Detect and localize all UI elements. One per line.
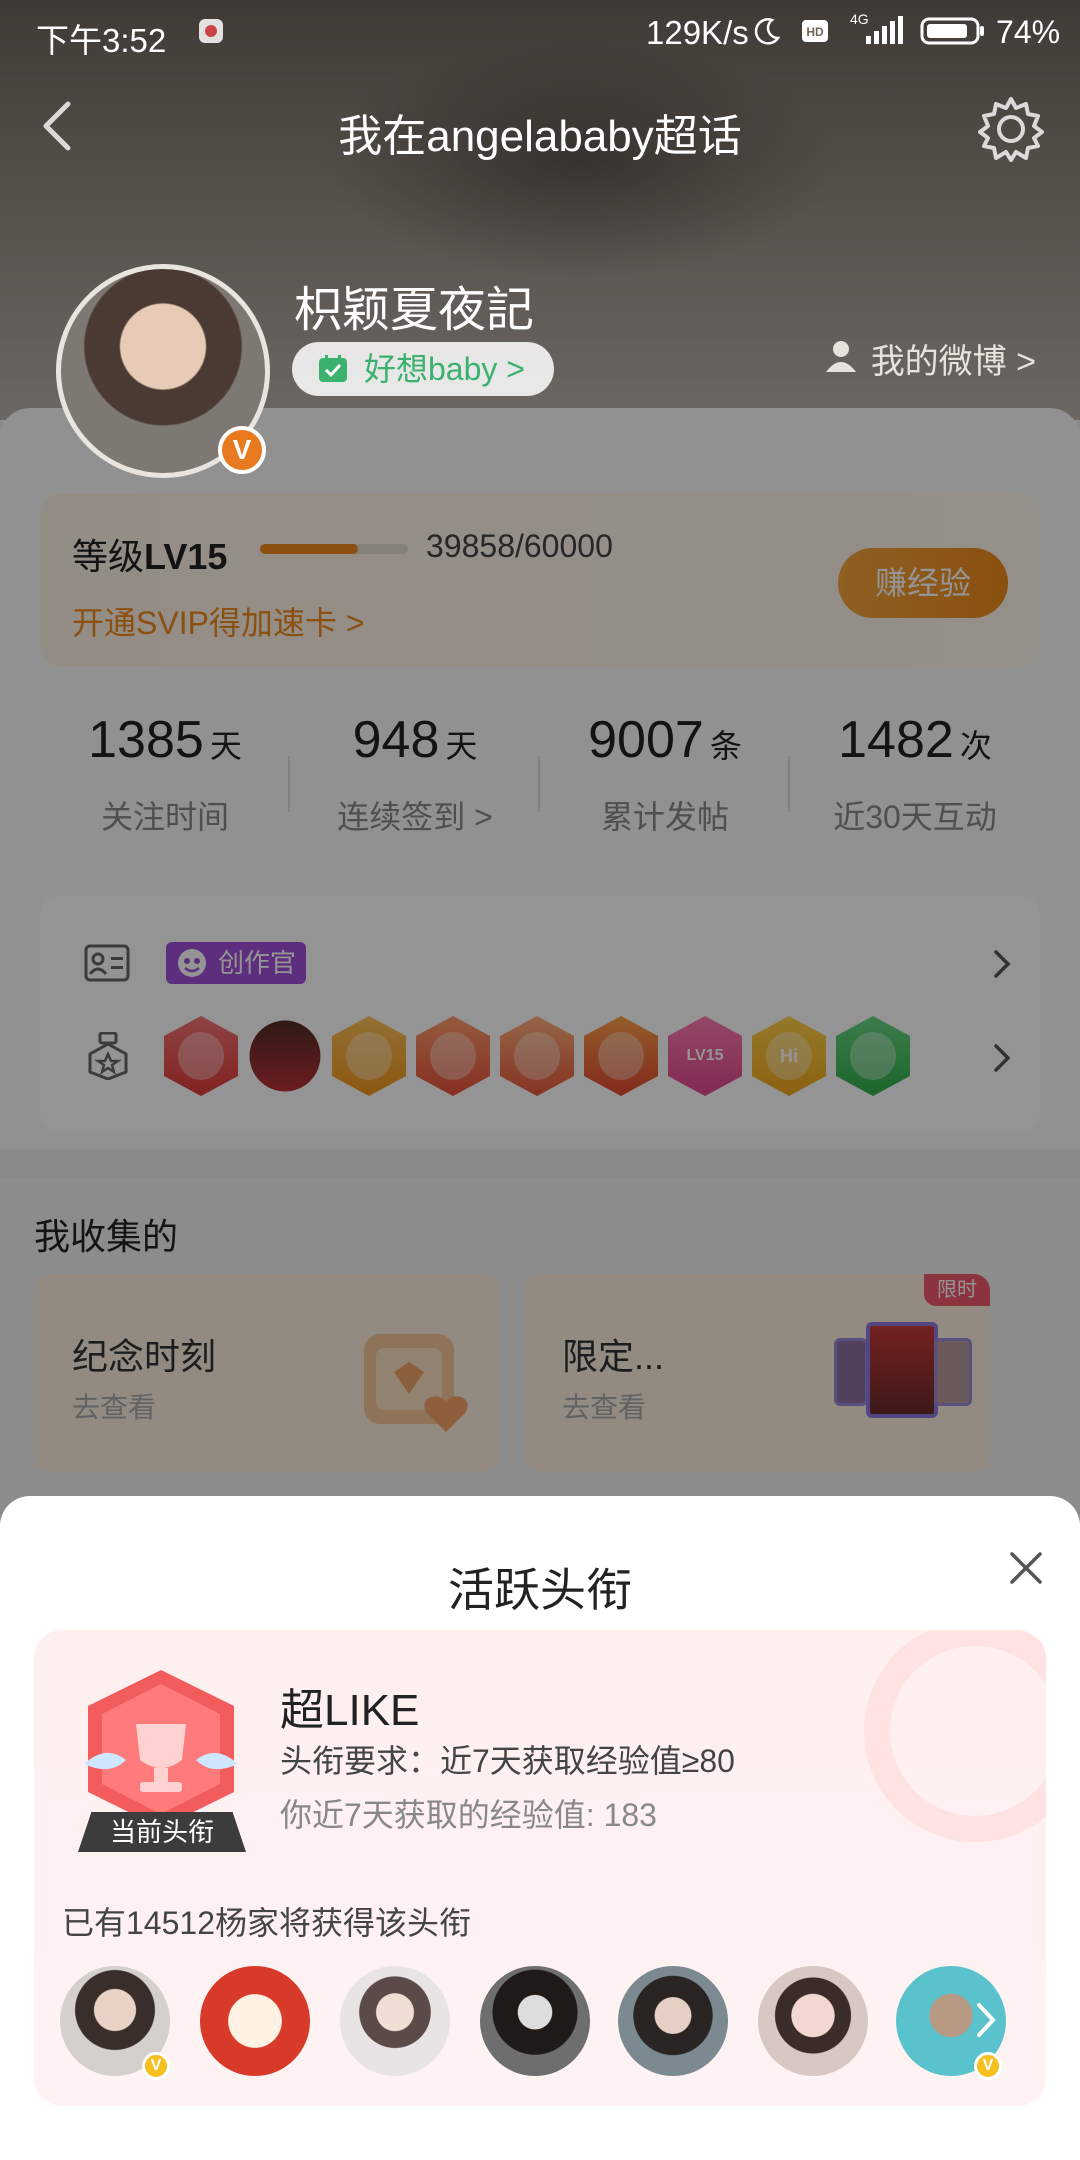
calendar-check-icon [319,355,347,382]
verified-v-icon: V [142,2052,170,2080]
holder-avatar[interactable] [200,1966,310,2076]
battery-percent: 74% [996,14,1061,50]
close-icon[interactable] [1006,1548,1046,1588]
my-weibo-link[interactable]: 我的微博 > [823,334,1036,383]
title-requirement: 头衔要求：近7天获取经验值≥80 [280,1743,735,1779]
mood-label: 好想baby > [364,351,525,387]
status-bar: 下午3:52 129K/s HD 4G 74% [0,0,1080,66]
title-name: 超LIKE [280,1686,420,1735]
username: 枳颖夏夜記 [294,284,535,337]
top-nav: 我在angelababy超话 [0,90,1080,170]
holder-avatar[interactable] [618,1966,728,2076]
holders-count-text: 已有14512杨家将获得该头衔 [62,1905,471,1941]
signal-icon [866,16,903,44]
active-title-sheet: 活跃头衔 当前头衔 超LIKE 头衔要求：近7天获取经验值≥80 你近7天获取的… [0,1496,1080,2160]
mood-pill[interactable]: 好想baby > [292,342,554,396]
network-rate: 129K/s [646,14,749,51]
my-exp-text: 你近7天获取的经验值: 183 [280,1797,657,1833]
holder-avatar[interactable] [340,1966,450,2076]
my-weibo-label: 我的微博 > [870,343,1036,381]
hd-icon: HD [802,20,828,42]
status-time: 下午3:52 [36,22,167,59]
page-title: 我在angelababy超话 [338,112,742,161]
moon-icon [754,18,781,45]
title-detail-card: 当前头衔 超LIKE 头衔要求：近7天获取经验值≥80 你近7天获取的经验值: … [34,1630,1046,2106]
app-notification-icon [199,19,223,43]
battery-icon [920,17,984,45]
holder-avatar[interactable] [758,1966,868,2076]
chevron-right-icon[interactable] [974,2000,998,2040]
svg-text:HD: HD [806,25,824,39]
verified-v-icon: V [974,2052,1002,2080]
sheet-title: 活跃头衔 [448,1564,632,1616]
holder-avatar[interactable] [480,1966,590,2076]
person-icon [825,341,856,372]
current-title-tag: 当前头衔 [78,1812,246,1852]
verified-v-icon: V [218,426,266,474]
gear-icon[interactable] [976,94,1046,164]
